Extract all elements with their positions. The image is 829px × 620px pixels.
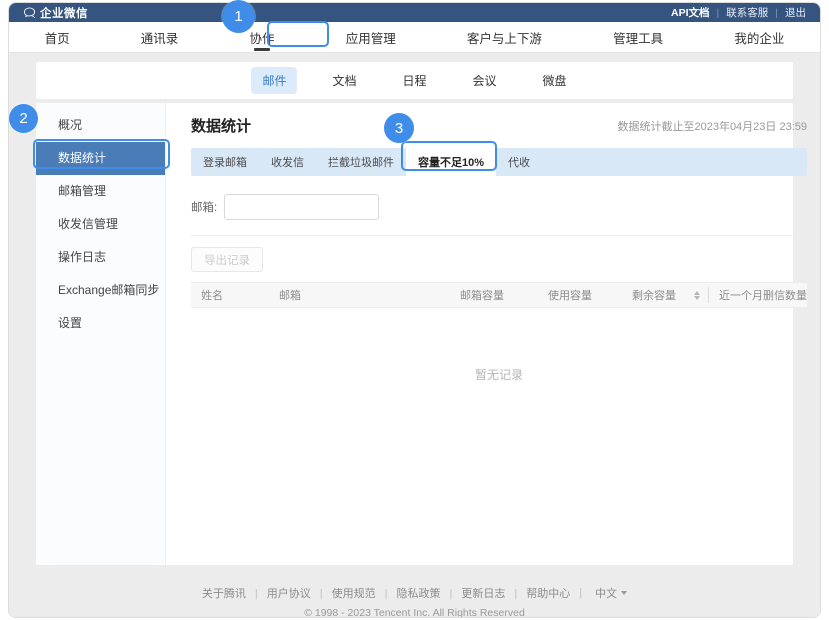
nav-item-admin-tools[interactable]: 管理工具	[607, 22, 669, 52]
page: 企业微信 API文档 联系客服 退出 首页 通讯录 协作 应用管理 客户与上下游…	[0, 0, 829, 620]
subnav-item-docs[interactable]: 文档	[321, 67, 367, 94]
column-header-mailbox-capacity: 邮箱容量	[450, 287, 538, 303]
empty-state-text: 暂无记录	[191, 366, 807, 383]
nav-item-app-management[interactable]: 应用管理	[340, 22, 402, 52]
active-tab-indicator	[254, 48, 270, 51]
footer-link-user-agreement[interactable]: 用户协议	[246, 585, 311, 601]
footer-link-privacy-policy[interactable]: 隐私政策	[376, 585, 441, 601]
sidebar-item-settings[interactable]: 设置	[36, 307, 165, 340]
copyright-text: © 1998 - 2023 Tencent Inc. All Rights Re…	[36, 607, 793, 618]
search-form: 邮箱:	[191, 194, 807, 220]
subnav-bar: 邮件 文档 日程 会议 微盘	[36, 62, 793, 99]
email-input[interactable]	[224, 194, 379, 220]
sort-icon[interactable]	[694, 291, 700, 300]
email-field-label: 邮箱:	[191, 199, 217, 215]
topbar-links: API文档 联系客服 退出	[671, 5, 806, 20]
chat-bubble-icon	[23, 6, 36, 19]
content-area: 数据统计 数据统计截止至2023年04月23日 23:59 登录邮箱 收发信 拦…	[166, 103, 817, 565]
sidebar-item-data-statistics[interactable]: 数据统计	[36, 142, 165, 175]
sidebar: 概况 数据统计 邮箱管理 收发信管理 操作日志 Exchange邮箱同步 设置	[36, 103, 166, 565]
main-panel: 概况 数据统计 邮箱管理 收发信管理 操作日志 Exchange邮箱同步 设置 …	[36, 103, 793, 565]
page-title: 数据统计	[191, 115, 251, 136]
filter-tab-send-receive[interactable]: 收发信	[259, 148, 316, 176]
nav-item-contacts[interactable]: 通讯录	[135, 22, 185, 52]
filter-tab-low-capacity[interactable]: 容量不足10%	[406, 148, 496, 176]
footer: 关于腾讯 用户协议 使用规范 隐私政策 更新日志 帮助中心 中文 © 1998 …	[36, 585, 793, 618]
nav-item-customers[interactable]: 客户与上下游	[461, 22, 548, 52]
column-header-deleted-last-month: 近一个月删信数量	[708, 287, 807, 303]
subnav-item-mail[interactable]: 邮件	[251, 67, 297, 94]
filter-tab-proxy-receive[interactable]: 代收	[496, 148, 542, 176]
annotation-badge-2: 2	[9, 104, 38, 133]
language-selector[interactable]: 中文	[570, 585, 627, 601]
data-cutoff-note: 数据统计截止至2023年04月23日 23:59	[617, 118, 807, 134]
footer-link-changelog[interactable]: 更新日志	[441, 585, 506, 601]
logout-link[interactable]: 退出	[768, 5, 806, 20]
column-header-used-capacity: 使用容量	[538, 287, 622, 303]
logo-text: 企业微信	[40, 5, 88, 21]
subnav-item-drive[interactable]: 微盘	[532, 67, 578, 94]
main-navbar: 首页 通讯录 协作 应用管理 客户与上下游 管理工具 我的企业	[9, 22, 820, 53]
column-header-remaining-capacity-label: 剩余容量	[632, 287, 676, 303]
section-divider	[191, 235, 807, 236]
sidebar-item-send-receive-management[interactable]: 收发信管理	[36, 208, 165, 241]
column-header-name: 姓名	[191, 287, 269, 303]
chevron-down-icon	[621, 591, 627, 595]
column-header-remaining-capacity: 剩余容量	[622, 287, 708, 303]
footer-link-help-center[interactable]: 帮助中心	[505, 585, 570, 601]
app-window: 企业微信 API文档 联系客服 退出 首页 通讯录 协作 应用管理 客户与上下游…	[8, 2, 821, 618]
annotation-badge-1: 1	[222, 0, 255, 33]
sidebar-item-overview[interactable]: 概况	[36, 109, 165, 142]
wecom-logo: 企业微信	[23, 5, 88, 21]
footer-link-usage-rules[interactable]: 使用规范	[311, 585, 376, 601]
filter-tab-strip: 登录邮箱 收发信 拦截垃圾邮件 容量不足10% 代收	[191, 148, 807, 176]
sidebar-item-operation-log[interactable]: 操作日志	[36, 241, 165, 274]
export-records-button[interactable]: 导出记录	[191, 247, 263, 272]
nav-item-my-company[interactable]: 我的企业	[728, 22, 790, 52]
annotation-badge-3: 3	[384, 113, 414, 143]
filter-tab-login-mailbox[interactable]: 登录邮箱	[191, 148, 259, 176]
nav-item-collaboration-label: 协作	[250, 28, 275, 47]
api-docs-link[interactable]: API文档	[671, 5, 710, 20]
page-body: 邮件 文档 日程 会议 微盘 概况 数据统计 邮箱管理 收发信管理 操作日志 E…	[9, 53, 820, 618]
column-header-email: 邮箱	[269, 287, 450, 303]
table-header-row: 姓名 邮箱 邮箱容量 使用容量 剩余容量 近一个月删信数量	[191, 282, 807, 308]
footer-links: 关于腾讯 用户协议 使用规范 隐私政策 更新日志 帮助中心 中文	[36, 585, 793, 601]
subnav-item-calendar[interactable]: 日程	[391, 67, 437, 94]
content-header: 数据统计 数据统计截止至2023年04月23日 23:59	[191, 115, 807, 136]
topbar: 企业微信 API文档 联系客服 退出	[9, 3, 820, 22]
nav-item-home[interactable]: 首页	[39, 22, 76, 52]
filter-tab-spam-intercept[interactable]: 拦截垃圾邮件	[316, 148, 406, 176]
language-label: 中文	[595, 585, 617, 601]
sidebar-item-exchange-sync[interactable]: Exchange邮箱同步	[36, 274, 165, 307]
contact-support-link[interactable]: 联系客服	[710, 5, 769, 20]
footer-link-about-tencent[interactable]: 关于腾讯	[202, 585, 246, 601]
subnav-item-meeting[interactable]: 会议	[462, 67, 508, 94]
sidebar-item-mailbox-management[interactable]: 邮箱管理	[36, 175, 165, 208]
